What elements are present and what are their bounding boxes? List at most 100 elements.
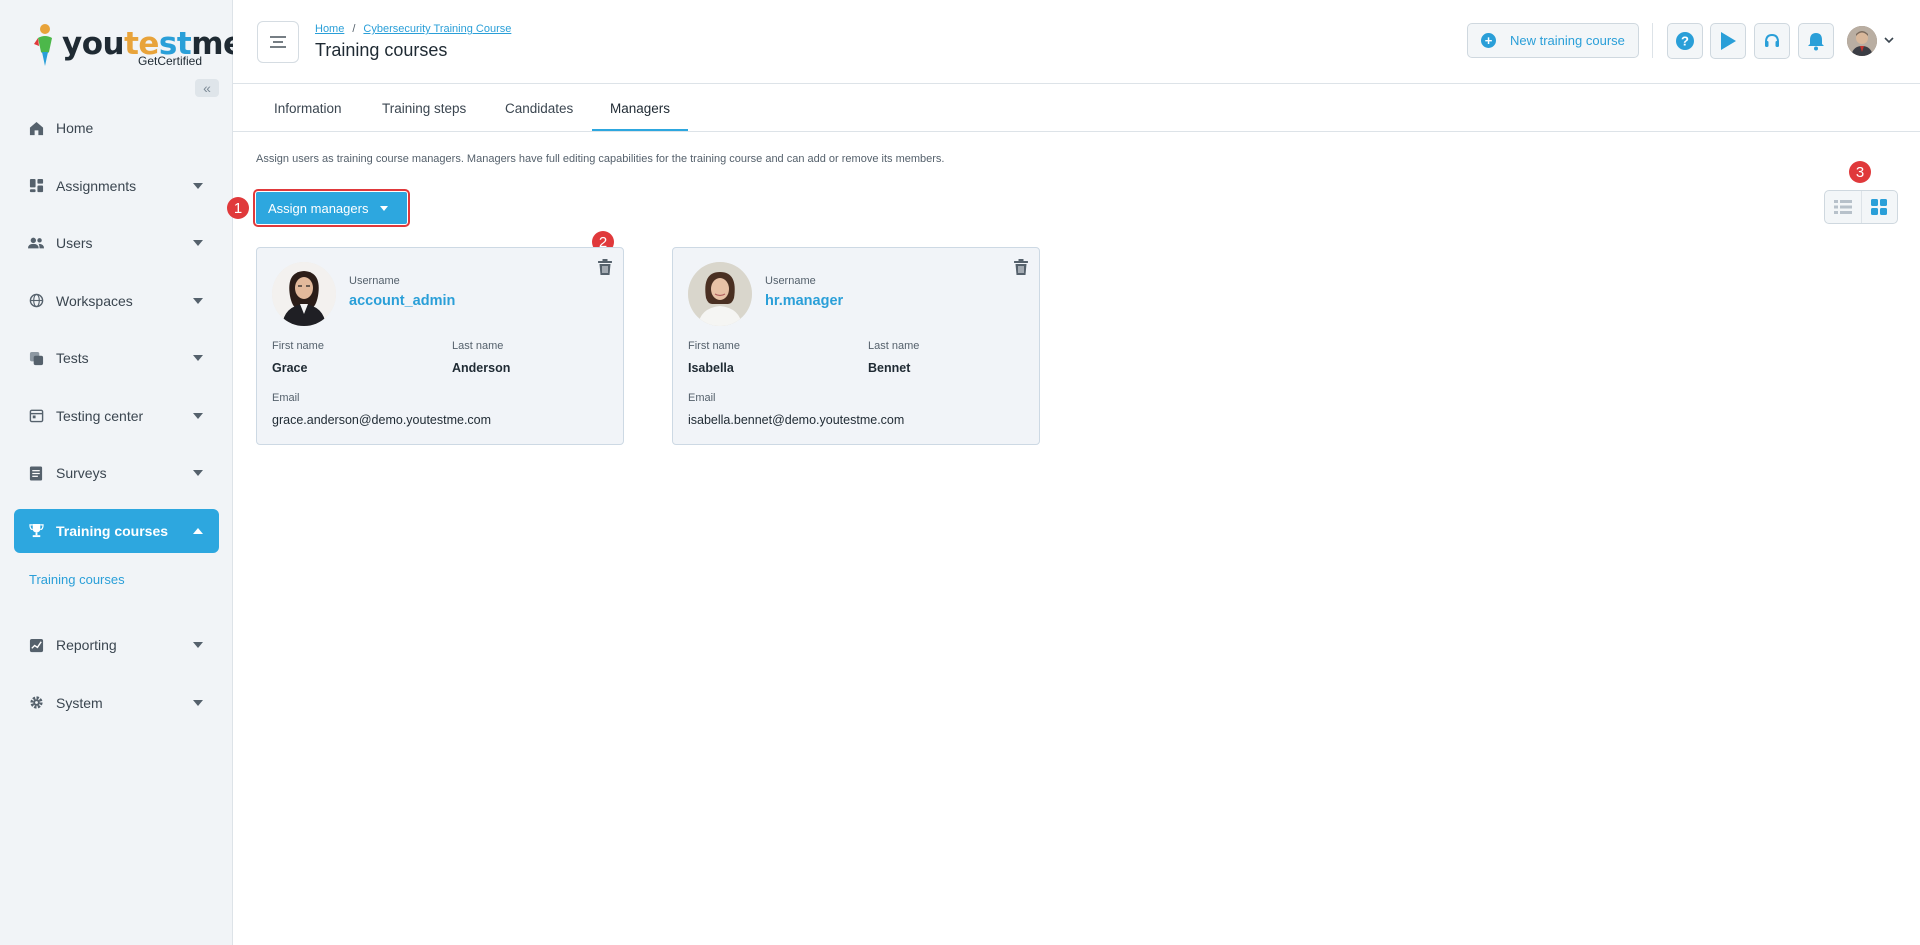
- hamburger-icon: [270, 36, 286, 48]
- play-tutorial-button[interactable]: [1710, 23, 1746, 59]
- sidebar-item-label: Home: [56, 120, 94, 136]
- sidebar-item-testing-center[interactable]: Testing center: [14, 394, 219, 438]
- remove-manager-button[interactable]: [597, 258, 613, 276]
- active-tab-indicator: [592, 129, 688, 131]
- tab-information[interactable]: Information: [274, 85, 342, 132]
- logo-tagline: GetCertified: [138, 54, 203, 68]
- chevron-down-icon: [193, 642, 203, 648]
- first-name-label: First name: [272, 340, 324, 352]
- manager-card: Username account_admin First name Grace …: [256, 247, 624, 445]
- breadcrumb-course-link[interactable]: Cybersecurity Training Course: [363, 23, 511, 35]
- top-header: Home / Cybersecurity Training Course Train…: [233, 0, 1920, 84]
- sidebar-item-tests[interactable]: Tests: [14, 336, 219, 380]
- managers-description: Assign users as training course managers…: [256, 153, 945, 165]
- email-label: Email: [688, 392, 716, 404]
- sidebar-item-users[interactable]: Users: [14, 221, 219, 265]
- chevron-down-icon: [193, 355, 203, 361]
- email-label: Email: [272, 392, 300, 404]
- sidebar-item-label: Users: [56, 235, 93, 251]
- breadcrumb: Home / Cybersecurity Training Course: [315, 23, 511, 35]
- menu-toggle-button[interactable]: [257, 21, 299, 63]
- calendar-icon: [28, 408, 44, 424]
- chevron-down-icon[interactable]: [1884, 37, 1894, 44]
- globe-icon: [28, 293, 44, 309]
- view-toggle: [1824, 190, 1898, 224]
- sidebar-item-assignments[interactable]: Assignments: [14, 164, 219, 208]
- sidebar-item-label: Testing center: [56, 407, 144, 424]
- headset-icon: [1765, 33, 1779, 47]
- annotation-marker-1: 1: [227, 197, 249, 219]
- sidebar-subitem-training-courses[interactable]: Training courses: [29, 572, 125, 587]
- manager-card: Username hr.manager First name Isabella …: [672, 247, 1040, 445]
- breadcrumb-separator: /: [352, 23, 356, 35]
- first-name-label: First name: [688, 340, 740, 352]
- caret-down-icon: [380, 205, 389, 211]
- new-training-course-button[interactable]: + New training course: [1467, 23, 1639, 58]
- last-name-label: Last name: [452, 340, 504, 352]
- chevron-down-icon: [193, 412, 203, 419]
- remove-manager-button[interactable]: [1013, 258, 1029, 276]
- help-button[interactable]: ?: [1667, 23, 1703, 59]
- manager-username-link[interactable]: account_admin: [349, 293, 455, 309]
- sidebar-item-label: System: [56, 694, 103, 711]
- trash-icon: [1014, 259, 1028, 275]
- annotation-marker-3: 3: [1849, 161, 1871, 183]
- chevron-down-icon: [193, 297, 203, 304]
- sidebar: youtestme GetCertified « Home Assignment…: [0, 0, 244, 945]
- manager-username-link[interactable]: hr.manager: [765, 293, 843, 309]
- brand-logo[interactable]: youtestme GetCertified: [28, 20, 244, 70]
- sidebar-item-label: Reporting: [56, 637, 117, 653]
- new-training-course-label: New training course: [1510, 33, 1625, 48]
- support-button[interactable]: [1754, 23, 1790, 59]
- breadcrumb-home-link[interactable]: Home: [315, 23, 344, 35]
- dashboard-icon: [28, 178, 44, 194]
- bell-icon: [1808, 33, 1824, 51]
- logo-mark-icon: [34, 24, 52, 66]
- gear-icon: [28, 695, 44, 711]
- chevron-up-icon: [193, 527, 203, 534]
- sidebar-item-training-courses[interactable]: Training courses: [14, 508, 219, 553]
- tab-bar: Information Training steps Candidates Ma…: [233, 85, 1920, 132]
- sidebar-item-label: Training courses: [56, 522, 169, 539]
- notifications-button[interactable]: [1798, 23, 1834, 59]
- tab-managers[interactable]: Managers: [610, 85, 670, 132]
- manager-avatar: [688, 262, 752, 326]
- sidebar-item-reporting[interactable]: Reporting: [14, 623, 219, 667]
- last-name-label: Last name: [868, 340, 920, 352]
- trash-icon: [598, 259, 612, 275]
- sidebar-item-workspaces[interactable]: Workspaces: [14, 279, 219, 323]
- sidebar-item-home[interactable]: Home: [14, 106, 219, 150]
- email-value: grace.anderson@demo.youtestme.com: [272, 413, 492, 427]
- tab-training-steps[interactable]: Training steps: [382, 85, 466, 132]
- list-view-button[interactable]: [1825, 191, 1861, 223]
- grid-view-button[interactable]: [1860, 191, 1897, 223]
- copy-icon: [28, 350, 44, 366]
- user-photo-icon: [1847, 26, 1877, 56]
- email-value: isabella.bennet@demo.youtestme.com: [688, 413, 905, 427]
- sidebar-item-system[interactable]: System: [14, 681, 219, 725]
- double-chevron-left-icon: «: [203, 80, 211, 96]
- chevron-down-icon: [193, 699, 203, 706]
- list-view-icon: [1833, 200, 1852, 214]
- header-divider: [1652, 23, 1653, 58]
- list-icon: [28, 465, 44, 481]
- sidebar-item-label: Surveys: [56, 465, 107, 481]
- assign-managers-label: Assign managers: [268, 200, 369, 216]
- home-icon: [28, 120, 44, 136]
- manager-avatar: [272, 262, 336, 326]
- trophy-icon: [28, 523, 44, 539]
- svg-text:?: ?: [1681, 34, 1689, 49]
- tab-candidates[interactable]: Candidates: [505, 85, 573, 132]
- last-name-value: Bennet: [868, 361, 911, 375]
- user-avatar[interactable]: [1847, 26, 1877, 56]
- chevron-down-icon: [193, 182, 203, 189]
- users-icon: [28, 235, 44, 251]
- sidebar-item-surveys[interactable]: Surveys: [14, 451, 219, 495]
- sidebar-item-label: Workspaces: [56, 292, 133, 309]
- assign-managers-button[interactable]: Assign managers: [253, 189, 410, 227]
- sidebar-item-label: Tests: [56, 350, 89, 366]
- chart-icon: [28, 637, 44, 653]
- chevron-down-icon: [193, 470, 203, 476]
- collapse-sidebar-button[interactable]: «: [195, 79, 219, 97]
- last-name-value: Anderson: [452, 361, 511, 375]
